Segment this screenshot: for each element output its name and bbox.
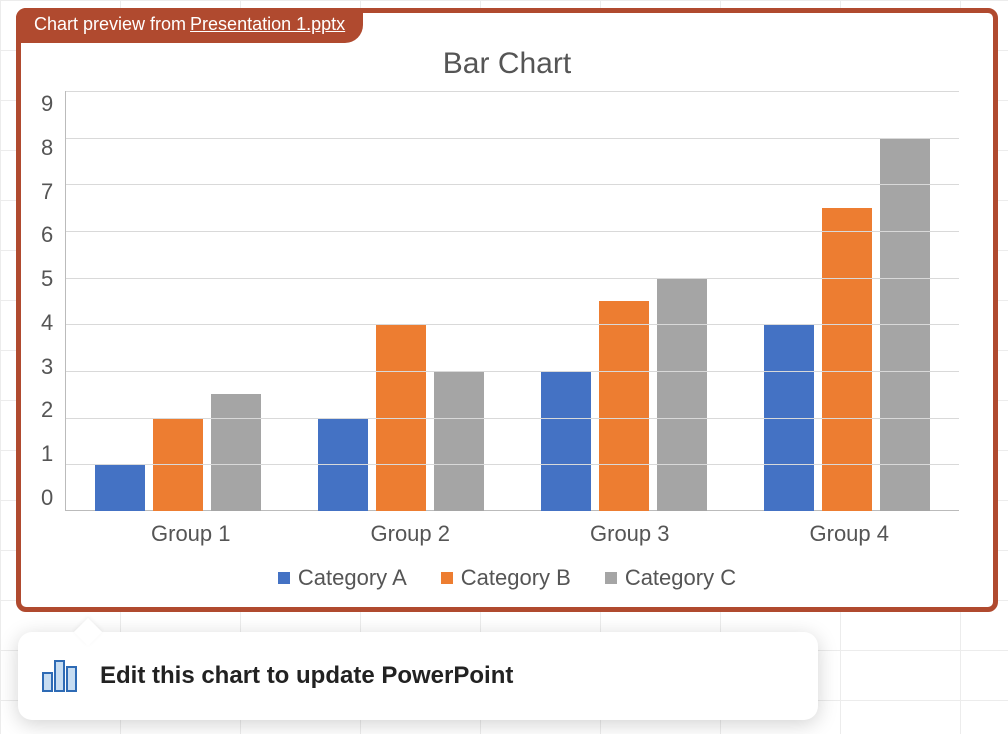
x-axis-label: Group 1 <box>151 521 231 547</box>
legend-item: Category B <box>441 565 571 591</box>
y-axis-tick: 0 <box>41 485 53 511</box>
chart-area[interactable]: Bar Chart 9876543210 Group 1Group 2Group… <box>33 41 981 595</box>
plot-wrap: 9 8 7 6 5 4 3 2 1 0 <box>33 91 981 511</box>
legend-label: Category C <box>625 565 736 591</box>
y-axis-tick: 9 <box>41 91 53 117</box>
chart-title: Bar Chart <box>33 47 981 81</box>
bar <box>822 208 872 511</box>
gridline <box>66 324 959 325</box>
bar-chart-icon <box>40 658 80 694</box>
legend-swatch <box>278 572 290 584</box>
bar-groups <box>66 91 959 511</box>
bar <box>434 371 484 511</box>
gridline <box>66 231 959 232</box>
gridline <box>66 371 959 372</box>
chart-preview-frame: Chart preview from Presentation 1.pptx B… <box>16 8 998 612</box>
y-axis-tick: 8 <box>41 135 53 161</box>
gridline <box>66 184 959 185</box>
y-axis-tick: 5 <box>41 266 53 292</box>
preview-tab-prefix: Chart preview from <box>34 14 186 35</box>
x-axis-labels: Group 1 Group 2 Group 3 Group 4 <box>81 521 981 547</box>
y-axis-tick: 4 <box>41 310 53 336</box>
legend-item: Category A <box>278 565 407 591</box>
bar <box>657 278 707 511</box>
bar <box>211 394 261 511</box>
legend-item: Category C <box>605 565 736 591</box>
gridline <box>66 418 959 419</box>
preview-filename-link[interactable]: Presentation 1.pptx <box>190 14 345 35</box>
x-axis-label: Group 2 <box>371 521 451 547</box>
y-axis-tick: 1 <box>41 441 53 467</box>
chart-preview-tab: Chart preview from Presentation 1.pptx <box>16 8 363 43</box>
legend-label: Category B <box>461 565 571 591</box>
gridline <box>66 464 959 465</box>
chart-legend: Category A Category B Category C <box>33 565 981 591</box>
legend-swatch <box>605 572 617 584</box>
plot-area <box>65 91 959 511</box>
y-axis: 9 8 7 6 5 4 3 2 1 0 <box>41 91 65 511</box>
bar <box>541 371 591 511</box>
edit-chart-callout-text: Edit this chart to update PowerPoint <box>100 662 513 690</box>
bar-group <box>764 91 930 511</box>
legend-label: Category A <box>298 565 407 591</box>
x-axis-label: Group 4 <box>810 521 890 547</box>
bar-group <box>318 91 484 511</box>
legend-swatch <box>441 572 453 584</box>
bar <box>95 464 145 511</box>
bar-group <box>95 91 261 511</box>
gridline <box>66 138 959 139</box>
bar-group <box>541 91 707 511</box>
y-axis-tick: 3 <box>41 354 53 380</box>
y-axis-tick: 6 <box>41 222 53 248</box>
y-axis-tick: 7 <box>41 179 53 205</box>
gridline <box>66 91 959 92</box>
bar <box>599 301 649 511</box>
x-axis-label: Group 3 <box>590 521 670 547</box>
gridline <box>66 278 959 279</box>
y-axis-tick: 2 <box>41 397 53 423</box>
edit-chart-callout[interactable]: Edit this chart to update PowerPoint <box>18 632 818 720</box>
